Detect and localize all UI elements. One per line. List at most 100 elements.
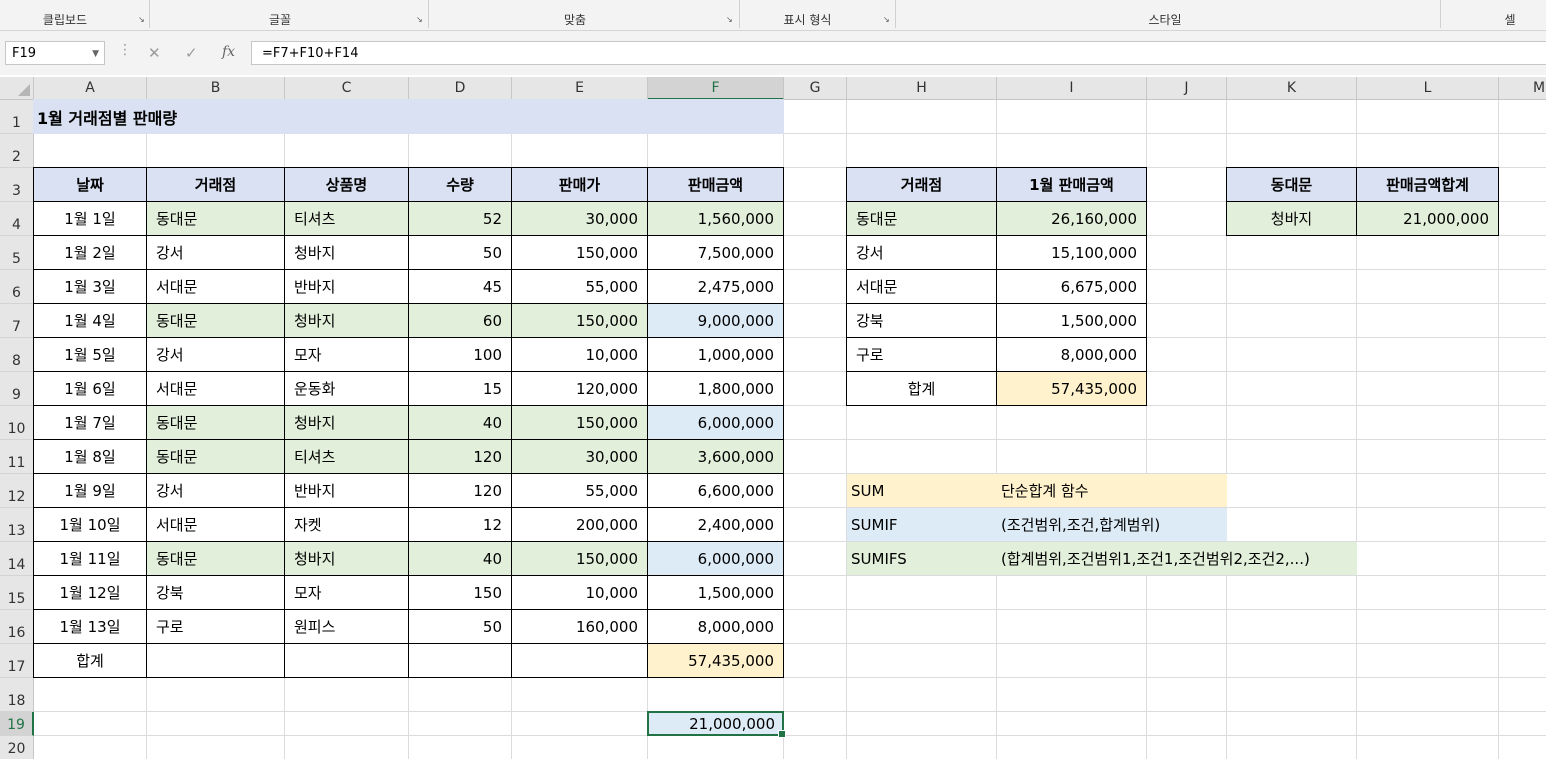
table-cell[interactable]: 1월 9일 (33, 473, 147, 508)
function-name[interactable]: SUMIF (847, 508, 997, 541)
row-header-11[interactable]: 11 (0, 440, 34, 474)
dialog-launcher-icon[interactable]: ↘ (416, 15, 425, 24)
table-cell[interactable]: 2,475,000 (647, 269, 784, 304)
column-header-e[interactable]: E (512, 77, 648, 100)
row-header-17[interactable]: 17 (0, 644, 34, 678)
small-table-header[interactable]: 동대문 (1226, 167, 1357, 202)
row-header-12[interactable]: 12 (0, 474, 34, 508)
table-cell[interactable]: 1,000,000 (647, 337, 784, 372)
column-header-a[interactable]: A (34, 77, 147, 100)
table-cell[interactable]: 청바지 (284, 235, 409, 270)
store-amount[interactable]: 6,675,000 (996, 269, 1147, 304)
table-cell[interactable]: 동대문 (146, 201, 285, 236)
table-cell[interactable]: 1월 11일 (33, 541, 147, 576)
table-cell[interactable]: 티셔츠 (284, 201, 409, 236)
row-header-7[interactable]: 7 (0, 304, 34, 338)
column-header-g[interactable]: G (784, 77, 847, 100)
table-cell[interactable]: 3,600,000 (647, 439, 784, 474)
formula-input[interactable]: =F7+F10+F14 (251, 41, 1546, 65)
table-cell[interactable]: 1월 13일 (33, 609, 147, 644)
row-header-10[interactable]: 10 (0, 406, 34, 440)
function-name[interactable]: SUMIFS (847, 542, 997, 575)
store-name[interactable]: 강북 (846, 303, 997, 338)
small-table-header[interactable]: 판매금액합계 (1356, 167, 1499, 202)
table-cell[interactable]: 원피스 (284, 609, 409, 644)
table-cell[interactable]: 150,000 (511, 405, 648, 440)
table-cell[interactable]: 200,000 (511, 507, 648, 542)
store-table-header[interactable]: 1월 판매금액 (996, 167, 1147, 202)
table-cell[interactable]: 모자 (284, 337, 409, 372)
ribbon-group-alignment[interactable]: 맞춤 (535, 11, 615, 28)
column-header-i[interactable]: I (997, 77, 1147, 100)
table-cell[interactable] (146, 643, 285, 678)
column-header-j[interactable]: J (1147, 77, 1227, 100)
table-header[interactable]: 상품명 (284, 167, 409, 202)
row-header-4[interactable]: 4 (0, 202, 34, 236)
store-total-value[interactable]: 57,435,000 (996, 371, 1147, 406)
table-cell[interactable]: 120,000 (511, 371, 648, 406)
ribbon-group-number[interactable]: 표시 형식 (765, 11, 850, 28)
store-name[interactable]: 동대문 (846, 201, 997, 236)
table-cell[interactable]: 160,000 (511, 609, 648, 644)
table-cell[interactable]: 1월 12일 (33, 575, 147, 610)
table-cell[interactable]: 1월 1일 (33, 201, 147, 236)
table-cell[interactable]: 15 (408, 371, 512, 406)
column-header-d[interactable]: D (409, 77, 512, 100)
table-cell[interactable]: 1월 3일 (33, 269, 147, 304)
row-header-6[interactable]: 6 (0, 270, 34, 304)
function-name[interactable]: SUM (847, 474, 997, 507)
table-header[interactable]: 날짜 (33, 167, 147, 202)
store-amount[interactable]: 8,000,000 (996, 337, 1147, 372)
select-all-corner[interactable] (0, 77, 34, 100)
table-cell[interactable]: 반바지 (284, 473, 409, 508)
table-cell[interactable]: 구로 (146, 609, 285, 644)
table-cell[interactable]: 30,000 (511, 201, 648, 236)
row-header-9[interactable]: 9 (0, 372, 34, 406)
table-cell[interactable]: 40 (408, 541, 512, 576)
table-cell[interactable]: 10,000 (511, 337, 648, 372)
table-cell[interactable]: 1월 6일 (33, 371, 147, 406)
total-label[interactable]: 합계 (33, 643, 147, 678)
table-cell[interactable]: 청바지 (284, 303, 409, 338)
table-header[interactable]: 거래점 (146, 167, 285, 202)
row-header-14[interactable]: 14 (0, 542, 34, 576)
column-header-k[interactable]: K (1227, 77, 1357, 100)
table-header[interactable]: 수량 (408, 167, 512, 202)
enter-icon[interactable]: ✓ (185, 44, 198, 62)
table-cell[interactable]: 6,000,000 (647, 405, 784, 440)
table-cell[interactable]: 1월 8일 (33, 439, 147, 474)
dialog-launcher-icon[interactable]: ↘ (726, 15, 735, 24)
cancel-icon[interactable]: ✕ (148, 44, 161, 62)
table-cell[interactable]: 모자 (284, 575, 409, 610)
function-description[interactable]: 단순합계 함수 (997, 474, 1093, 507)
table-cell[interactable] (408, 643, 512, 678)
table-cell[interactable]: 30,000 (511, 439, 648, 474)
table-cell[interactable]: 동대문 (146, 303, 285, 338)
table-cell[interactable]: 6,000,000 (647, 541, 784, 576)
table-cell[interactable]: 12 (408, 507, 512, 542)
table-cell[interactable]: 강북 (146, 575, 285, 610)
ribbon-group-clipboard[interactable]: 클립보드 (20, 11, 110, 28)
store-amount[interactable]: 26,160,000 (996, 201, 1147, 236)
table-cell[interactable]: 9,000,000 (647, 303, 784, 338)
total-value[interactable]: 57,435,000 (647, 643, 784, 678)
table-cell[interactable] (284, 643, 409, 678)
table-cell[interactable]: 동대문 (146, 541, 285, 576)
dialog-launcher-icon[interactable]: ↘ (883, 15, 892, 24)
column-header-b[interactable]: B (147, 77, 285, 100)
table-cell[interactable]: 150 (408, 575, 512, 610)
dialog-launcher-icon[interactable]: ↘ (138, 15, 147, 24)
table-cell[interactable]: 1월 5일 (33, 337, 147, 372)
store-table-header[interactable]: 거래점 (846, 167, 997, 202)
name-box[interactable]: F19 ▼ (5, 41, 105, 65)
table-cell[interactable]: 1,560,000 (647, 201, 784, 236)
sheet-title[interactable]: 1월 거래점별 판매량 (33, 99, 784, 134)
table-cell[interactable]: 150,000 (511, 303, 648, 338)
store-name[interactable]: 서대문 (846, 269, 997, 304)
table-cell[interactable]: 서대문 (146, 507, 285, 542)
store-amount[interactable]: 1,500,000 (996, 303, 1147, 338)
table-cell[interactable]: 150,000 (511, 235, 648, 270)
row-header-15[interactable]: 15 (0, 576, 34, 610)
table-cell[interactable]: 동대문 (146, 439, 285, 474)
table-cell[interactable]: 1월 7일 (33, 405, 147, 440)
